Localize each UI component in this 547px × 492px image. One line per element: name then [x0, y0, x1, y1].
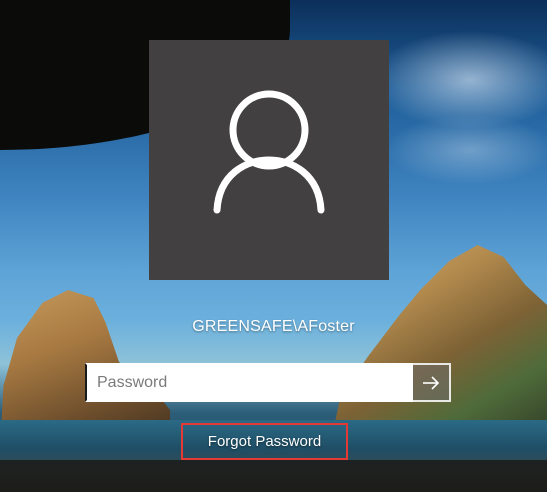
user-avatar — [149, 40, 389, 280]
account-name: GREENSAFE\AFoster — [192, 318, 355, 335]
user-silhouette-icon — [213, 90, 325, 214]
forgot-password-link[interactable]: Forgot Password — [181, 423, 348, 460]
forgot-password-label: Forgot Password — [207, 433, 322, 450]
submit-button[interactable] — [413, 363, 451, 402]
password-row — [85, 363, 451, 402]
arrow-right-icon — [423, 375, 440, 390]
password-input[interactable] — [85, 363, 413, 402]
background-foreground-shadow — [0, 460, 547, 492]
